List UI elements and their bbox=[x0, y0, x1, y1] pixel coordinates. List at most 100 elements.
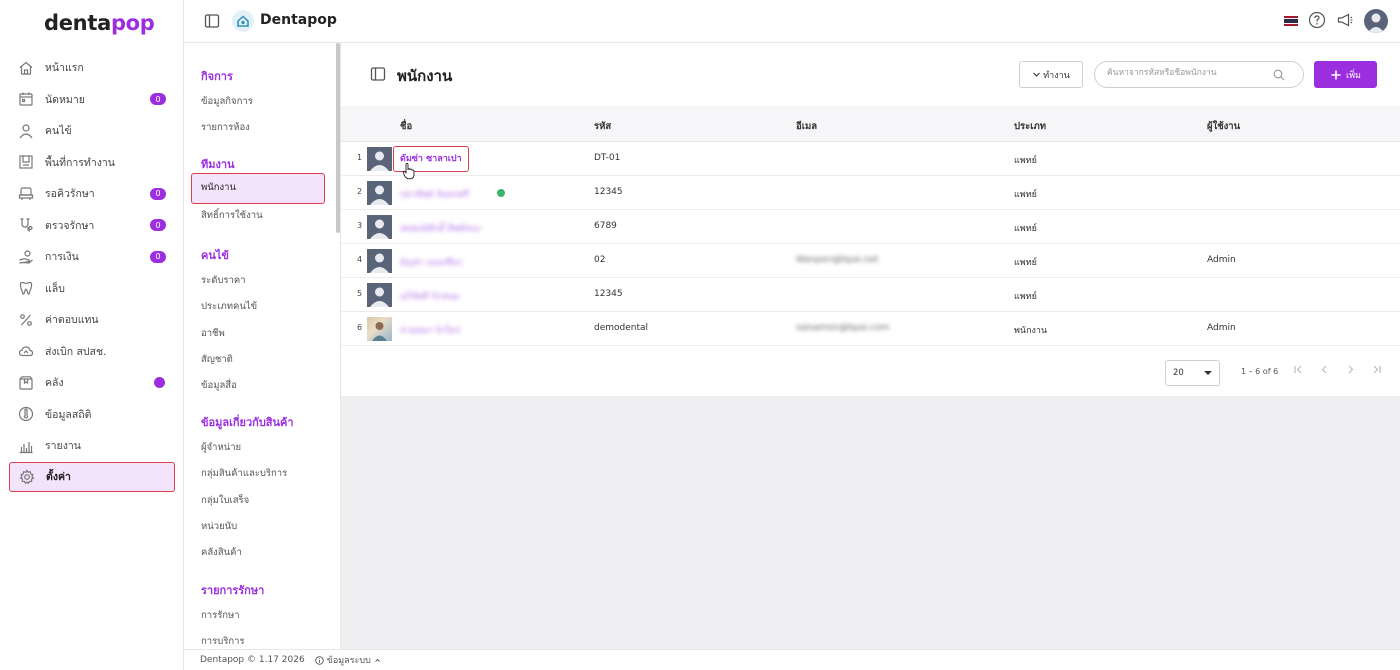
megaphone-icon[interactable] bbox=[1336, 11, 1354, 32]
sidebar-item-label: พื้นที่การทำงาน bbox=[45, 156, 115, 169]
treatment-icon bbox=[17, 216, 35, 234]
sidebar-toggle-icon[interactable] bbox=[204, 13, 220, 32]
plus-icon bbox=[1331, 70, 1341, 79]
employee-name-link[interactable]: สายสมร รักใคร่ bbox=[400, 323, 460, 337]
sidebar-item-9[interactable]: ส่งเบิก สปสช. bbox=[0, 336, 184, 368]
subnav-item[interactable]: คลังสินค้า bbox=[201, 545, 242, 560]
prev-page-icon[interactable] bbox=[1319, 364, 1330, 378]
employee-name-link[interactable]: ธัญช่า มณเฑียร bbox=[400, 255, 462, 269]
subnav-item[interactable]: หน่วยนับ bbox=[201, 519, 237, 534]
brand-logo[interactable]: dentapop bbox=[44, 11, 155, 35]
count-badge: 0 bbox=[150, 93, 166, 106]
employee-name-link[interactable]: อภิชัยดี รักสนม bbox=[400, 289, 459, 303]
thai-flag-icon[interactable] bbox=[1284, 16, 1298, 27]
sidebar-item-11[interactable]: ข้อมูลสถิติ bbox=[0, 399, 184, 431]
subnav-item[interactable]: ข้อมูลกิจการ bbox=[201, 94, 253, 109]
next-page-icon[interactable] bbox=[1345, 364, 1356, 378]
sidebar-item-12[interactable]: รายงาน bbox=[0, 430, 184, 462]
sidebar-item-4[interactable]: รอคิวรักษา 0 bbox=[0, 178, 184, 210]
employee-type: แพทย์ bbox=[1014, 292, 1037, 302]
sidebar-item-1[interactable]: นัดหมาย 0 bbox=[0, 84, 184, 116]
row-number: 1 bbox=[357, 153, 363, 162]
employee-name-link[interactable]: ปลาทิพย์ จันทรศรี bbox=[400, 187, 469, 201]
col-header-user[interactable]: ผู้ใช้งาน bbox=[1207, 119, 1240, 134]
add-button-label: เพิ่ม bbox=[1346, 69, 1361, 80]
home-icon bbox=[17, 59, 35, 77]
page-range: 1 – 6 of 6 bbox=[1241, 367, 1279, 376]
table-row[interactable]: 1 ดัมซ่า ซาลาเปา DT-01 แพทย์ bbox=[341, 142, 1400, 176]
panel-toggle-icon[interactable] bbox=[370, 66, 386, 85]
subnav-item[interactable]: สัญชาติ bbox=[201, 352, 233, 367]
notification-dot bbox=[154, 377, 165, 389]
subnav-section-title: ข้อมูลเกี่ยวกับสินค้า bbox=[201, 416, 294, 429]
sidebar-item-5[interactable]: ตรวจรักษา 0 bbox=[0, 210, 184, 242]
sidebar-item-0[interactable]: หน้าแรก bbox=[0, 52, 184, 84]
chevron-down-icon bbox=[1033, 72, 1041, 77]
table-row[interactable]: 4 ธัญช่า มณเฑียร 02 Wanpen@bpai.net แพทย์ Adm… bbox=[341, 244, 1400, 278]
subnav-item[interactable]: ข้อมูลสื่อ bbox=[201, 378, 237, 393]
subnav-item[interactable]: อาชีพ bbox=[201, 326, 225, 341]
sidebar-item-label: ข้อมูลสถิติ bbox=[45, 408, 92, 421]
employee-avatar bbox=[367, 147, 392, 171]
sidebar-item-2[interactable]: คนไข้ bbox=[0, 115, 184, 147]
col-header-name[interactable]: ชื่อ bbox=[400, 119, 412, 134]
add-employee-button[interactable]: เพิ่ม bbox=[1314, 61, 1377, 88]
employee-type: แพทย์ bbox=[1014, 190, 1037, 200]
system-info-link[interactable]: ข้อมูลระบบ bbox=[314, 653, 381, 667]
subnav-section-title: กิจการ bbox=[201, 70, 233, 83]
subnav-item[interactable]: ผู้จำหน่าย bbox=[201, 440, 241, 455]
subnav-item[interactable]: รายการห้อง bbox=[201, 120, 250, 135]
subnav-item[interactable]: สิทธิ์การใช้งาน bbox=[201, 208, 263, 223]
search-input[interactable] bbox=[1107, 68, 1277, 78]
sidebar-item-3[interactable]: พื้นที่การทำงาน bbox=[0, 147, 184, 179]
sidebar-item-10[interactable]: คลัง bbox=[0, 367, 184, 399]
col-header-code[interactable]: รหัส bbox=[594, 119, 611, 134]
subnav-item-employees[interactable]: พนักงาน bbox=[191, 173, 325, 204]
sidebar-item-label: ส่งเบิก สปสช. bbox=[45, 345, 107, 358]
gear-icon bbox=[18, 468, 36, 486]
table-row[interactable]: 6 สายสมร รักใคร่ demodental saisamon@bpai.c… bbox=[341, 312, 1400, 346]
sidebar-item-label: การเงิน bbox=[45, 251, 79, 264]
sidebar-item-7[interactable]: แล็บ bbox=[0, 273, 184, 305]
app-logo-icon bbox=[232, 10, 254, 32]
employee-type: แพทย์ bbox=[1014, 258, 1037, 268]
sidebar-item-13[interactable]: ตั้งค่า bbox=[9, 461, 175, 492]
footer: Dentapop © 1.17 2026 ข้อมูลระบบ bbox=[184, 649, 1400, 670]
col-header-type[interactable]: ประเภท bbox=[1014, 119, 1046, 134]
chevron-up-icon bbox=[374, 658, 380, 662]
subnav-scrollbar[interactable] bbox=[336, 43, 340, 233]
first-page-icon[interactable] bbox=[1293, 364, 1304, 378]
employee-avatar bbox=[367, 283, 392, 307]
employee-code: demodental bbox=[594, 323, 649, 333]
subnav-item[interactable]: การบริการ bbox=[201, 634, 245, 649]
employee-avatar bbox=[367, 181, 392, 205]
employee-name-link[interactable]: สมพงษ์ศักดิ์ ทิพย์ทอง bbox=[400, 221, 480, 235]
status-filter-label: ทำงาน bbox=[1043, 69, 1070, 80]
last-page-icon[interactable] bbox=[1371, 364, 1382, 378]
employee-type: พนักงาน bbox=[1014, 326, 1048, 336]
search-icon[interactable] bbox=[1273, 69, 1285, 84]
employee-type: แพทย์ bbox=[1014, 224, 1037, 234]
page-size-select[interactable]: 20 bbox=[1165, 360, 1220, 386]
subnav-item[interactable]: กลุ่มสินค้าและบริการ bbox=[201, 466, 287, 481]
help-icon[interactable] bbox=[1308, 11, 1326, 32]
sidebar-item-8[interactable]: ค่าตอบแทน bbox=[0, 304, 184, 336]
table-row[interactable]: 3 สมพงษ์ศักดิ์ ทิพย์ทอง 6789 แพทย์ bbox=[341, 210, 1400, 244]
user-icon bbox=[17, 122, 35, 140]
employee-type: แพทย์ bbox=[1014, 156, 1037, 166]
subnav-item[interactable]: ระดับราคา bbox=[201, 273, 246, 288]
user-avatar[interactable] bbox=[1364, 9, 1388, 33]
table-row[interactable]: 2 ปลาทิพย์ จันทรศรี 12345 แพทย์ bbox=[341, 176, 1400, 210]
status-filter-button[interactable]: ทำงาน bbox=[1019, 61, 1083, 88]
search-box bbox=[1094, 61, 1304, 88]
col-header-email[interactable]: อีเมล bbox=[796, 119, 817, 134]
subnav-item[interactable]: กลุ่มใบเสร็จ bbox=[201, 493, 249, 508]
employee-table: ชื่อ รหัส อีเมล ประเภท ผู้ใช้งาน 1 ดัมซ่า… bbox=[341, 106, 1400, 396]
subnav-item[interactable]: ประเภทคนไข้ bbox=[201, 299, 257, 314]
subnav-section-title: รายการรักษา bbox=[201, 584, 265, 597]
subnav-item[interactable]: การรักษา bbox=[201, 608, 240, 623]
box-icon bbox=[17, 374, 35, 392]
sidebar-item-6[interactable]: การเงิน 0 bbox=[0, 241, 184, 273]
pagination: 20 1 – 6 of 6 bbox=[341, 354, 1400, 394]
table-row[interactable]: 5 อภิชัยดี รักสนม 12345 แพทย์ bbox=[341, 278, 1400, 312]
